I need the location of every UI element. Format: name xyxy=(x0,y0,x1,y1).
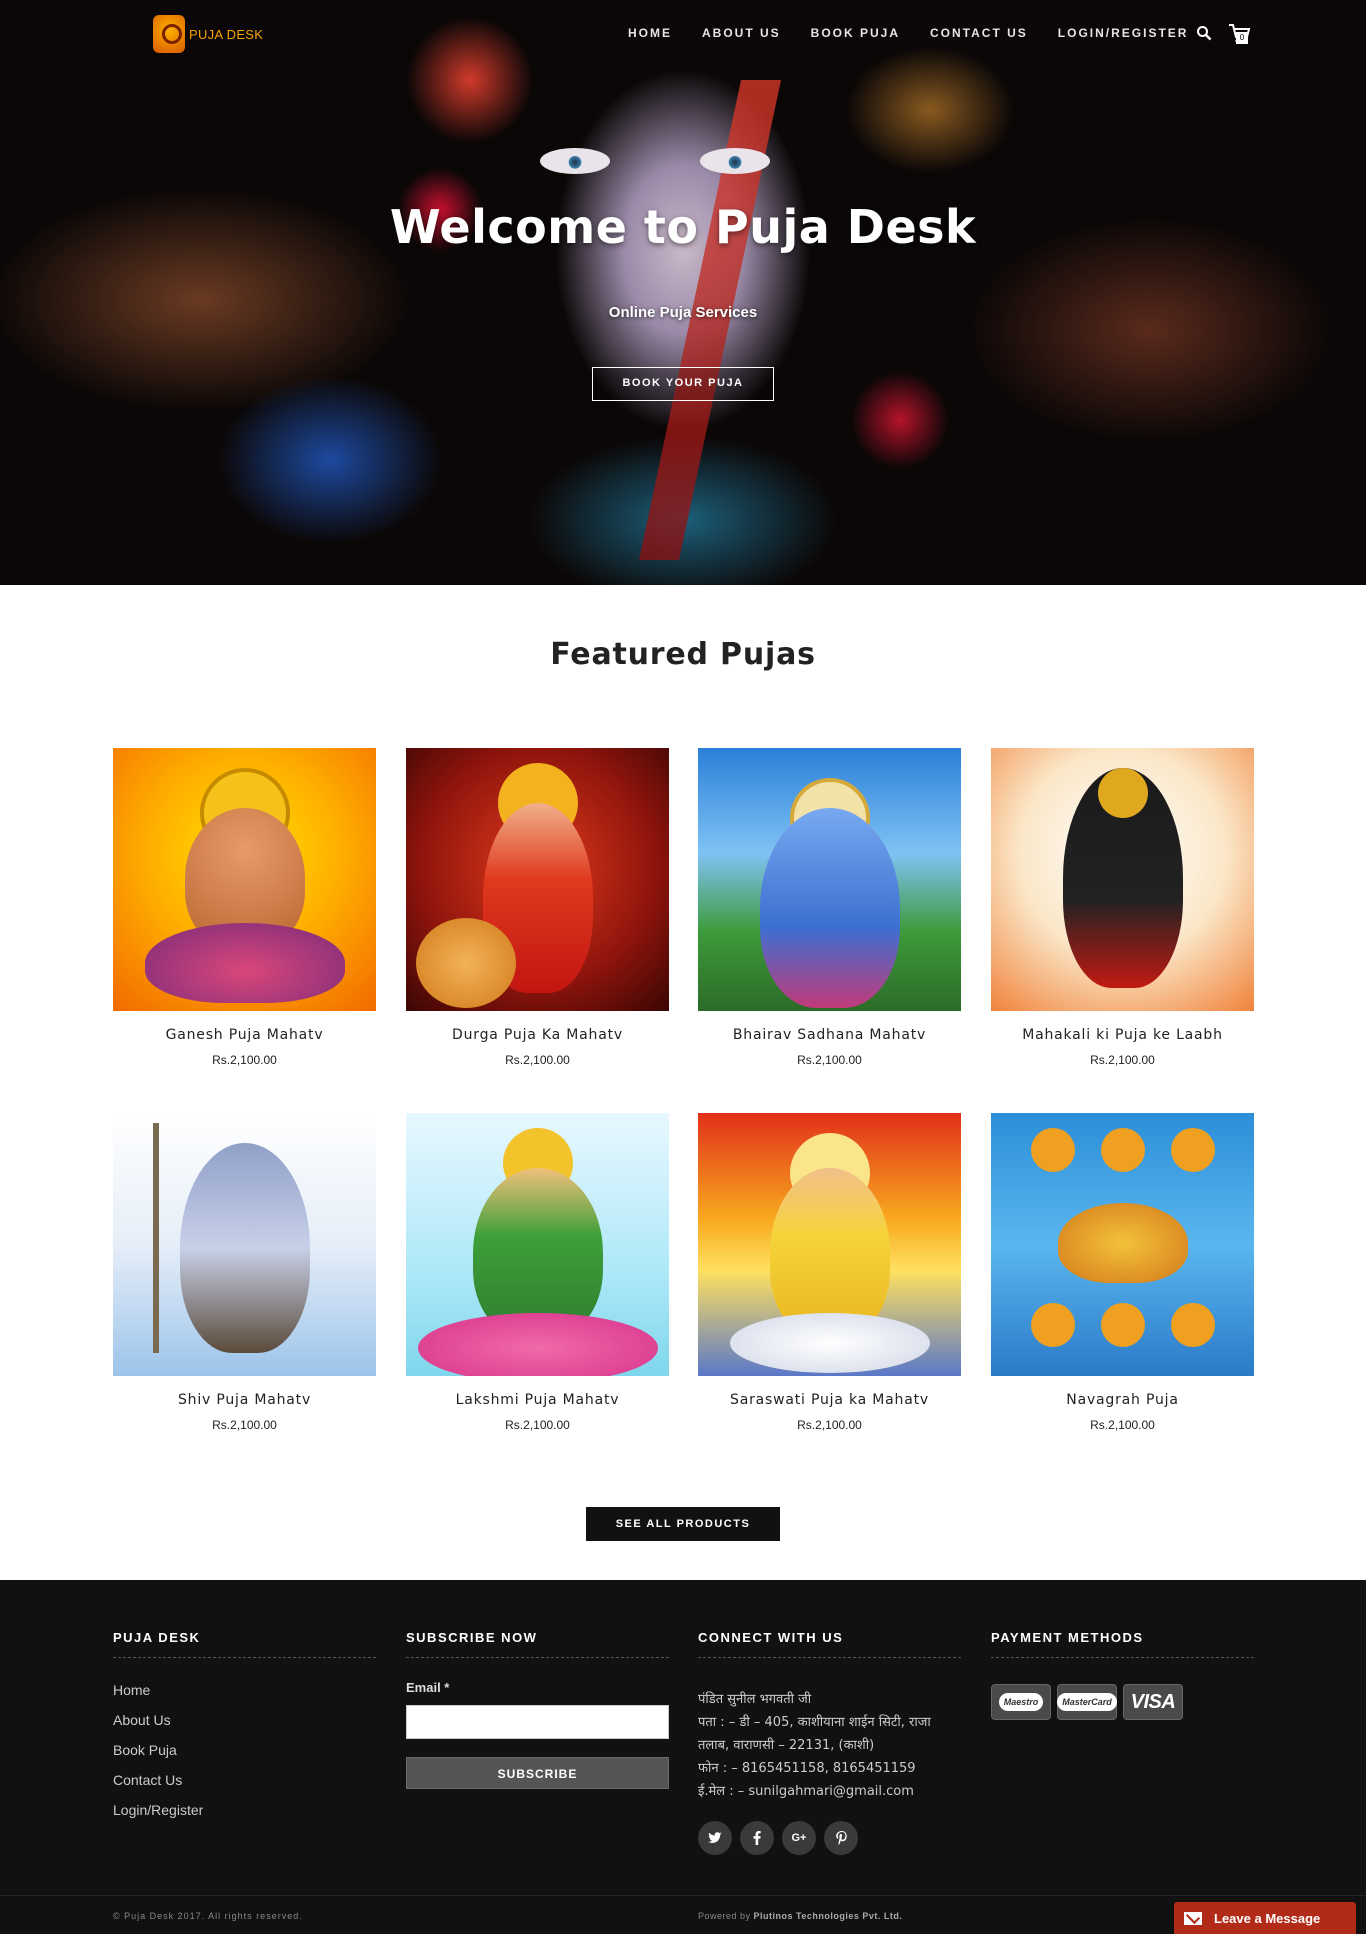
product-card[interactable]: Mahakali ki Puja ke Laabh Rs.2,100.00 xyxy=(991,748,1254,1067)
product-name[interactable]: Navagrah Puja xyxy=(991,1392,1254,1408)
nav-login-register[interactable]: LOGIN/REGISTER xyxy=(1058,26,1189,40)
powered-by-company[interactable]: Plutinos Technologies Pvt. Ltd. xyxy=(754,1911,903,1921)
footer-link-login-register[interactable]: Login/Register xyxy=(113,1802,376,1818)
hero-art-eye xyxy=(700,148,770,174)
product-name[interactable]: Saraswati Puja ka Mahatv xyxy=(698,1392,961,1408)
footer-col-payment: PAYMENT METHODS Maestro MasterCard VISA xyxy=(991,1630,1254,1720)
footer-heading: SUBSCRIBE NOW xyxy=(406,1630,669,1658)
product-price: Rs.2,100.00 xyxy=(1090,1418,1155,1432)
contact-address-line1: पता : – डी – 405, काशीयाना शाईन सिटी, रा… xyxy=(698,1715,931,1730)
footer-col-links: PUJA DESK Home About Us Book Puja Contac… xyxy=(113,1630,376,1832)
product-price: Rs.2,100.00 xyxy=(212,1053,277,1067)
email-label: Email * xyxy=(406,1680,450,1695)
contact-email[interactable]: ई.मेल : – sunilgahmari@gmail.com xyxy=(698,1780,961,1803)
contact-phone: फोन : – 8165451158, 8165451159 xyxy=(698,1761,916,1776)
footer-col-subscribe: SUBSCRIBE NOW Email * SUBSCRIBE xyxy=(406,1630,669,1789)
site-logo[interactable]: PUJA DESK xyxy=(153,15,263,53)
footer-link-about-us[interactable]: About Us xyxy=(113,1712,376,1728)
visa-card-icon: VISA xyxy=(1123,1684,1183,1720)
product-card[interactable]: Bhairav Sadhana Mahatv Rs.2,100.00 xyxy=(698,748,961,1067)
social-links: G+ xyxy=(698,1821,961,1855)
email-field[interactable] xyxy=(406,1705,669,1739)
subscribe-button[interactable]: SUBSCRIBE xyxy=(406,1757,669,1789)
payment-cards: Maestro MasterCard VISA xyxy=(991,1684,1254,1720)
product-image[interactable] xyxy=(406,1113,669,1376)
search-icon[interactable] xyxy=(1196,25,1212,41)
product-name[interactable]: Ganesh Puja Mahatv xyxy=(113,1027,376,1043)
twitter-icon[interactable] xyxy=(698,1821,732,1855)
top-nav: PUJA DESK HOME ABOUT US BOOK PUJA CONTAC… xyxy=(0,0,1366,68)
hero-banner: PUJA DESK HOME ABOUT US BOOK PUJA CONTAC… xyxy=(0,0,1366,585)
pinterest-icon[interactable] xyxy=(824,1821,858,1855)
product-name[interactable]: Durga Puja Ka Mahatv xyxy=(406,1027,669,1043)
footer-heading: CONNECT WITH US xyxy=(698,1630,961,1658)
product-name[interactable]: Lakshmi Puja Mahatv xyxy=(406,1392,669,1408)
contact-name: पंडित सुनील भगवती जी xyxy=(698,1692,812,1707)
nav-book-puja[interactable]: BOOK PUJA xyxy=(811,26,900,40)
powered-by: Powered by Plutinos Technologies Pvt. Lt… xyxy=(698,1911,902,1921)
product-image[interactable] xyxy=(113,748,376,1011)
nav-about-us[interactable]: ABOUT US xyxy=(702,26,781,40)
leave-message-button[interactable]: Leave a Message xyxy=(1174,1902,1356,1934)
mastercard-icon: MasterCard xyxy=(1057,1684,1117,1720)
nav-contact-us[interactable]: CONTACT US xyxy=(930,26,1028,40)
main-menu: HOME ABOUT US BOOK PUJA CONTACT US LOGIN… xyxy=(628,26,1188,40)
hero-subtitle: Online Puja Services xyxy=(608,304,758,321)
product-image[interactable] xyxy=(113,1113,376,1376)
product-name[interactable]: Mahakali ki Puja ke Laabh xyxy=(991,1027,1254,1043)
footer-divider xyxy=(0,1895,1366,1896)
product-image[interactable] xyxy=(698,748,961,1011)
page: PUJA DESK HOME ABOUT US BOOK PUJA CONTAC… xyxy=(0,0,1366,1934)
product-card[interactable]: Durga Puja Ka Mahatv Rs.2,100.00 xyxy=(406,748,669,1067)
nav-home[interactable]: HOME xyxy=(628,26,672,40)
product-price: Rs.2,100.00 xyxy=(505,1418,570,1432)
powered-by-prefix: Powered by xyxy=(698,1911,751,1921)
product-image[interactable] xyxy=(406,748,669,1011)
copyright-text: © Puja Desk 2017. All rights reserved. xyxy=(113,1911,303,1921)
logo-icon xyxy=(153,15,185,53)
footer-links: Home About Us Book Puja Contact Us Login… xyxy=(113,1682,376,1818)
footer-link-book-puja[interactable]: Book Puja xyxy=(113,1742,376,1758)
product-price: Rs.2,100.00 xyxy=(797,1053,862,1067)
product-card[interactable]: Ganesh Puja Mahatv Rs.2,100.00 xyxy=(113,748,376,1067)
product-image[interactable] xyxy=(991,748,1254,1011)
footer-link-home[interactable]: Home xyxy=(113,1682,376,1698)
hero-title: Welcome to Puja Desk xyxy=(389,200,977,254)
product-name[interactable]: Shiv Puja Mahatv xyxy=(113,1392,376,1408)
product-image[interactable] xyxy=(991,1113,1254,1376)
footer-col-connect: CONNECT WITH US पंडित सुनील भगवती जी पता… xyxy=(698,1630,961,1855)
facebook-icon[interactable] xyxy=(740,1821,774,1855)
product-name[interactable]: Bhairav Sadhana Mahatv xyxy=(698,1027,961,1043)
cart-count-badge: 0 xyxy=(1236,32,1248,44)
footer-heading: PUJA DESK xyxy=(113,1630,376,1658)
logo-text: PUJA DESK xyxy=(189,26,264,42)
contact-info: पंडित सुनील भगवती जी पता : – डी – 405, क… xyxy=(698,1688,961,1803)
product-card[interactable]: Saraswati Puja ka Mahatv Rs.2,100.00 xyxy=(698,1113,961,1432)
footer-heading: PAYMENT METHODS xyxy=(991,1630,1254,1658)
product-price: Rs.2,100.00 xyxy=(505,1053,570,1067)
product-price: Rs.2,100.00 xyxy=(212,1418,277,1432)
product-card[interactable]: Shiv Puja Mahatv Rs.2,100.00 xyxy=(113,1113,376,1432)
footer-link-contact-us[interactable]: Contact Us xyxy=(113,1772,376,1788)
product-card[interactable]: Lakshmi Puja Mahatv Rs.2,100.00 xyxy=(406,1113,669,1432)
book-your-puja-button[interactable]: BOOK YOUR PUJA xyxy=(592,367,774,401)
product-price: Rs.2,100.00 xyxy=(1090,1053,1155,1067)
google-plus-icon[interactable]: G+ xyxy=(782,1821,816,1855)
contact-address-line2: तलाब, वाराणसी – 22131, (काशी) xyxy=(698,1738,875,1753)
mail-icon xyxy=(1184,1911,1202,1925)
hero-art-eye xyxy=(540,148,610,174)
featured-title: Featured Pujas xyxy=(550,637,816,672)
product-price: Rs.2,100.00 xyxy=(797,1418,862,1432)
product-card[interactable]: Navagrah Puja Rs.2,100.00 xyxy=(991,1113,1254,1432)
maestro-card-icon: Maestro xyxy=(991,1684,1051,1720)
leave-message-label: Leave a Message xyxy=(1214,1910,1321,1926)
see-all-products-button[interactable]: SEE ALL PRODUCTS xyxy=(586,1507,780,1541)
product-image[interactable] xyxy=(698,1113,961,1376)
